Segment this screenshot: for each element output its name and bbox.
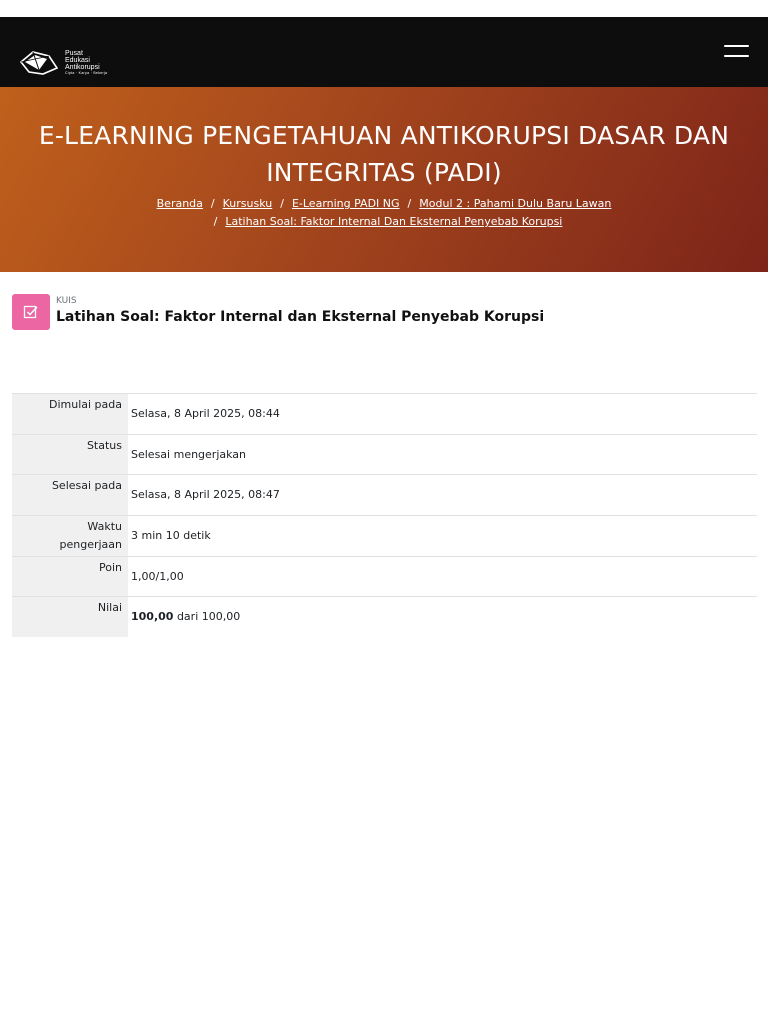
summary-row-status: Status Selesai mengerjakan <box>12 434 757 475</box>
breadcrumb-my-courses[interactable]: Kursusku <box>223 197 273 210</box>
hamburger-icon[interactable] <box>722 40 750 64</box>
site-logo[interactable]: Pusat Edukasi Antikorupsi Cipta · Karya … <box>19 45 119 81</box>
breadcrumb-separator: / <box>280 197 284 210</box>
summary-label: Poin <box>12 556 128 597</box>
quiz-attempt-summary: Dimulai pada Selasa, 8 April 2025, 08:44… <box>12 393 757 637</box>
page-title-line-1: E-LEARNING PENGETAHUAN ANTIKORUPSI DASAR… <box>38 121 730 150</box>
page-header-banner: E-LEARNING PENGETAHUAN ANTIKORUPSI DASAR… <box>0 87 768 272</box>
summary-row-marks: Poin 1,00/1,00 <box>12 556 757 597</box>
summary-label: Dimulai pada <box>12 393 128 435</box>
summary-label-line-2: pengerjaan <box>59 538 122 551</box>
grade-out-of: dari 100,00 <box>176 609 241 623</box>
summary-value: Selasa, 8 April 2025, 08:44 <box>131 407 280 420</box>
summary-row-started: Dimulai pada Selasa, 8 April 2025, 08:44 <box>12 393 757 435</box>
logo-line-3: Antikorupsi <box>65 64 100 71</box>
logo-line-2: Edukasi <box>65 57 90 64</box>
summary-row-completed: Selesai pada Selasa, 8 April 2025, 08:47 <box>12 474 757 516</box>
breadcrumb-separator: / <box>213 215 218 228</box>
breadcrumb-separator: / <box>210 197 215 210</box>
breadcrumb-separator: / <box>407 197 412 210</box>
summary-value: Selesai mengerjakan <box>131 447 247 461</box>
breadcrumb-quiz[interactable]: Latihan Soal: Faktor Internal Dan Ekster… <box>225 215 562 228</box>
page-title: E-LEARNING PENGETAHUAN ANTIKORUPSI DASAR… <box>0 117 768 191</box>
breadcrumb: Beranda / Kursusku / E-Learning PADI NG / Modu… <box>0 196 768 212</box>
activity-type-label: KUIS <box>56 296 77 306</box>
summary-value: 1,00/1,00 <box>131 569 184 583</box>
summary-label: Selesai pada <box>12 474 128 516</box>
breadcrumb-module[interactable]: Modul 2 : Pahami Dulu Baru Lawan <box>419 197 611 210</box>
summary-label: Status <box>12 434 128 475</box>
summary-row-time-taken: Waktu pengerjaan 3 min 10 detik <box>12 515 757 557</box>
quiz-icon <box>12 294 50 330</box>
grade-value: 100,00 <box>131 609 174 623</box>
logo-mark-icon <box>19 51 59 75</box>
activity-title: Latihan Soal: Faktor Internal dan Ekster… <box>56 309 545 325</box>
breadcrumb-row-2: / Latihan Soal: Faktor Internal Dan Ekste… <box>0 214 768 230</box>
summary-value: Selasa, 8 April 2025, 08:47 <box>131 488 280 501</box>
logo-tagline: Cipta · Karya · Bekerja <box>65 71 108 75</box>
breadcrumb-course[interactable]: E-Learning PADI NG <box>292 197 400 210</box>
summary-label: Nilai <box>12 596 128 637</box>
summary-label-line-1: Waktu <box>87 520 122 533</box>
summary-value: 3 min 10 detik <box>131 529 211 542</box>
breadcrumb-home[interactable]: Beranda <box>157 197 203 210</box>
activity-header: KUIS Latihan Soal: Faktor Internal dan E… <box>12 294 752 334</box>
logo-line-1: Pusat <box>65 50 83 57</box>
page-title-line-2: INTEGRITAS (PADI) <box>266 158 502 187</box>
summary-row-grade: Nilai 100,00 dari 100,00 <box>12 596 757 637</box>
summary-value: 100,00 dari 100,00 <box>128 597 757 637</box>
logo-text: Pusat Edukasi Antikorupsi Cipta · Karya … <box>65 50 107 76</box>
top-navbar: Pusat Edukasi Antikorupsi Cipta · Karya … <box>0 17 768 87</box>
summary-label: Waktu pengerjaan <box>12 515 128 557</box>
